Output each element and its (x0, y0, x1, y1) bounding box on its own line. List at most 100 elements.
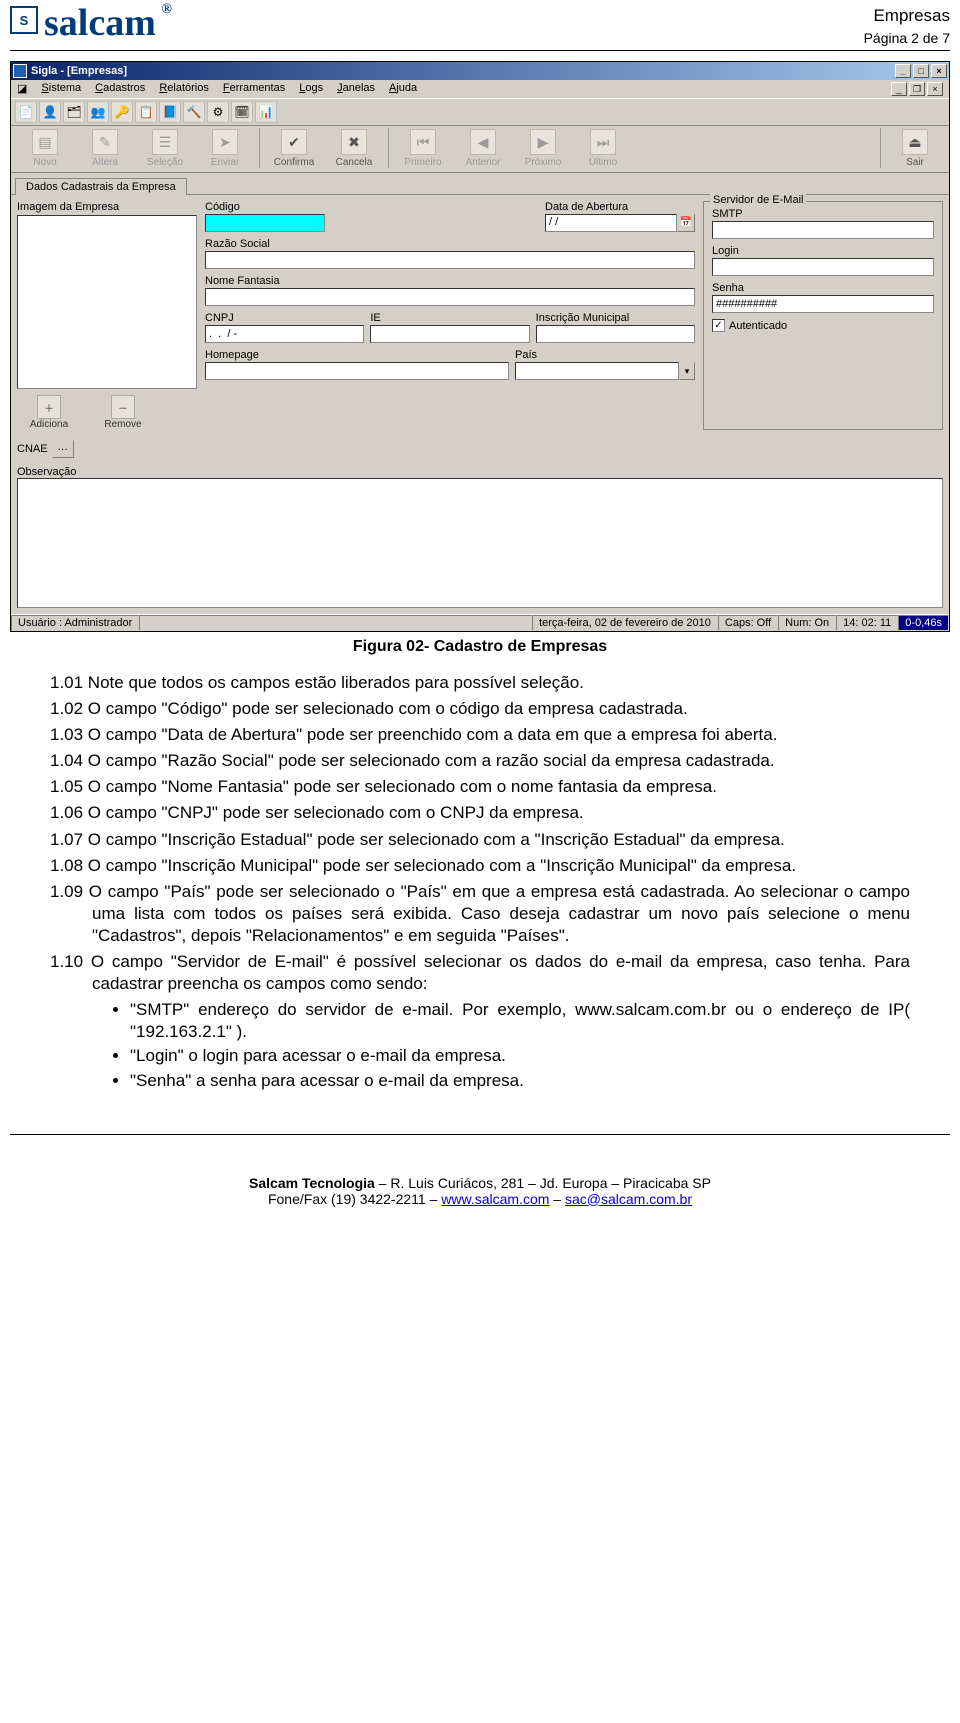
titlebar: Sigla - [Empresas] _ □ × (11, 62, 949, 80)
mdi-minimize-button[interactable]: _ (891, 82, 907, 96)
calendar-icon[interactable]: 📅 (677, 214, 695, 232)
toolbar-cancela[interactable]: ✖Cancela (324, 129, 384, 168)
strip-icon-6[interactable]: 📋 (135, 101, 157, 123)
homepage-input[interactable] (205, 362, 509, 380)
menu-sistema[interactable]: Sistema (41, 82, 81, 96)
fantasia-input[interactable] (205, 288, 695, 306)
bullet-smtp: "SMTP" endereço do servidor de e-mail. P… (130, 999, 910, 1043)
toolbar-enviar[interactable]: ➤Enviar (195, 129, 255, 168)
toolbar-sair[interactable]: ⏏Sair (885, 129, 945, 168)
observacao-label: Observação (17, 466, 943, 478)
senha-input[interactable] (712, 295, 934, 313)
menu-cadastros[interactable]: Cadastros (95, 82, 145, 96)
add-icon: ＋ (37, 395, 61, 419)
strip-icon-4[interactable]: 👥 (87, 101, 109, 123)
strip-icon-8[interactable]: 🔨 (183, 101, 205, 123)
image-add-button[interactable]: ＋Adiciona (17, 395, 81, 430)
menubar: ◪ Sistema Cadastros Relatórios Ferrament… (11, 80, 949, 99)
item-1-01: 1.01 Note que todos os campos estão libe… (50, 672, 910, 694)
toolbar-proximo[interactable]: ▶Próximo (513, 129, 573, 168)
observacao-area: Observação (17, 466, 943, 608)
strip-icon-5[interactable]: 🔑 (111, 101, 133, 123)
app-icon (13, 64, 27, 78)
toolbar-anterior[interactable]: ◀Anterior (453, 129, 513, 168)
menu-relatorios[interactable]: Relatórios (159, 82, 209, 96)
status-timer: 0-0,46s (898, 615, 949, 631)
mdi-close-button[interactable]: × (927, 82, 943, 96)
close-button[interactable]: × (931, 64, 947, 78)
footer-address: – R. Luis Curiácos, 281 – Jd. Europa – P… (375, 1175, 711, 1191)
ie-input[interactable] (370, 325, 529, 343)
toolbar-primeiro[interactable]: ⏮Primeiro (393, 129, 453, 168)
checkbox-icon: ✓ (712, 319, 725, 332)
pais-dropdown-icon[interactable]: ▾ (679, 362, 695, 380)
header-rule (10, 50, 950, 51)
app-window: Sigla - [Empresas] _ □ × ◪ Sistema Cadas… (10, 61, 950, 632)
status-caps: Caps: Off (718, 615, 778, 631)
toolbar-novo[interactable]: ▤Novo (15, 129, 75, 168)
tab-dados-cadastrais[interactable]: Dados Cadastrais da Empresa (15, 178, 187, 195)
codigo-input[interactable] (205, 214, 325, 232)
strip-icon-3[interactable]: 🗂 (63, 101, 85, 123)
bullet-login: "Login" o login para acessar o e-mail da… (130, 1045, 910, 1067)
prev-icon: ◀ (470, 129, 496, 155)
razao-input[interactable] (205, 251, 695, 269)
email-group: Servidor de E-Mail SMTP Login Senha ✓ Au… (703, 201, 943, 430)
strip-icon-9[interactable]: ⚙ (207, 101, 229, 123)
image-box[interactable] (17, 215, 197, 389)
logo-mark-icon: S (10, 6, 38, 34)
mdi-restore-button[interactable]: ❐ (909, 82, 925, 96)
item-1-08: 1.08 O campo "Inscrição Municipal" pode … (50, 855, 910, 877)
footer-email-link[interactable]: sac@salcam.com.br (565, 1191, 692, 1207)
minimize-button[interactable]: _ (895, 64, 911, 78)
toolbar-altera[interactable]: ✎Altera (75, 129, 135, 168)
bullet-senha: "Senha" a senha para acessar o e-mail da… (130, 1070, 910, 1092)
strip-icon-1[interactable]: 📄 (15, 101, 37, 123)
brand-name: salcam® (44, 6, 156, 40)
footer-phone: Fone/Fax (19) 3422-2211 – (268, 1191, 441, 1207)
menu-ajuda[interactable]: Ajuda (389, 82, 417, 96)
observacao-input[interactable] (17, 478, 943, 608)
form-area: Imagem da Empresa ＋Adiciona －Remove Códi… (11, 194, 949, 436)
quick-toolbar: 📄 👤 🗂 👥 🔑 📋 📘 🔨 ⚙ 🗓 📊 (11, 99, 949, 126)
toolbar-selecao[interactable]: ☰Seleção (135, 129, 195, 168)
autenticado-checkbox[interactable]: ✓ Autenticado (712, 319, 934, 332)
cnpj-input[interactable] (205, 325, 364, 343)
cnae-button[interactable]: … (52, 440, 74, 458)
pais-input[interactable] (515, 362, 679, 380)
toolbar-confirma[interactable]: ✔Confirma (264, 129, 324, 168)
strip-icon-2[interactable]: 👤 (39, 101, 61, 123)
menu-janelas[interactable]: Janelas (337, 82, 375, 96)
pais-label: País (515, 349, 695, 361)
cancel-icon: ✖ (341, 129, 367, 155)
smtp-input[interactable] (712, 221, 934, 239)
strip-icon-7[interactable]: 📘 (159, 101, 181, 123)
autenticado-label: Autenticado (729, 320, 787, 332)
page-header: S salcam® Empresas Página 2 de 7 (0, 0, 960, 46)
login-input[interactable] (712, 258, 934, 276)
cnae-row: CNAE … (11, 436, 949, 462)
insc-mun-input[interactable] (536, 325, 695, 343)
status-bar: Usuário : Administrador terça-feira, 02 … (11, 614, 949, 631)
header-right: Empresas Página 2 de 7 (864, 6, 950, 46)
insc-mun-label: Inscrição Municipal (536, 312, 695, 324)
footer-company: Salcam Tecnologia (249, 1175, 375, 1191)
new-icon: ▤ (32, 129, 58, 155)
menu-logs[interactable]: Logs (299, 82, 323, 96)
image-remove-button[interactable]: －Remove (91, 395, 155, 430)
main-toolbar: ▤Novo ✎Altera ☰Seleção ➤Enviar ✔Confirma… (11, 126, 949, 173)
toolbar-ultimo[interactable]: ⏭Último (573, 129, 633, 168)
item-1-04: 1.04 O campo "Razão Social" pode ser sel… (50, 750, 910, 772)
strip-icon-11[interactable]: 📊 (255, 101, 277, 123)
next-icon: ▶ (530, 129, 556, 155)
footer-website-link[interactable]: www.salcam.com (441, 1191, 549, 1207)
razao-label: Razão Social (205, 238, 695, 250)
maximize-button[interactable]: □ (913, 64, 929, 78)
strip-icon-10[interactable]: 🗓 (231, 101, 253, 123)
item-1-05: 1.05 O campo "Nome Fantasia" pode ser se… (50, 776, 910, 798)
app-menu-icon[interactable]: ◪ (17, 82, 27, 96)
menu-ferramentas[interactable]: Ferramentas (223, 82, 285, 96)
item-1-07: 1.07 O campo "Inscrição Estadual" pode s… (50, 829, 910, 851)
cnae-label: CNAE (17, 443, 48, 455)
data-abertura-input[interactable]: / / (545, 214, 677, 232)
